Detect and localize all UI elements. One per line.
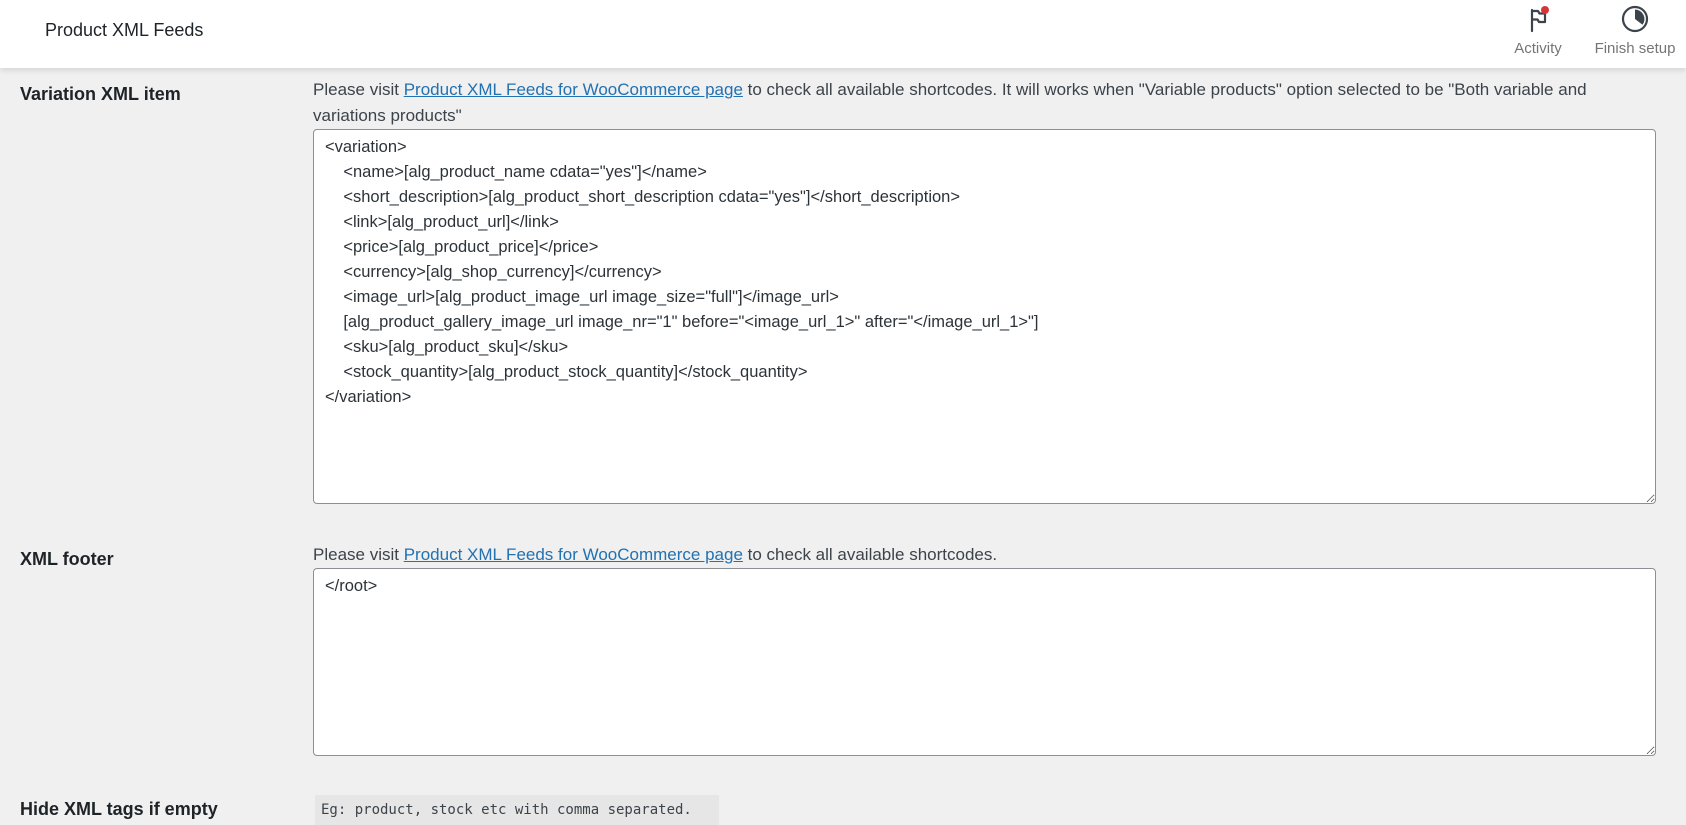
variation-xml-item-description: Please visit Product XML Feeds for WooCo… [313,77,1653,129]
top-header-bar: Product XML Feeds Activity Finish setup [0,0,1686,68]
activity-badge [1541,6,1549,14]
xml-footer-description: Please visit Product XML Feeds for WooCo… [313,542,1653,568]
xml-footer-textarea[interactable] [313,568,1656,756]
variation-xml-item-textarea[interactable] [313,129,1656,504]
finish-setup-button[interactable]: Finish setup [1590,4,1680,62]
flag-icon [1530,6,1549,33]
shortcodes-page-link[interactable]: Product XML Feeds for WooCommerce page [404,80,743,99]
hide-xml-tags-input[interactable] [315,795,719,825]
activity-button[interactable]: Activity [1506,4,1570,62]
page-title: Product XML Feeds [45,20,204,40]
activity-label: Activity [1514,40,1562,57]
variation-desc-prefix: Please visit [313,80,404,99]
variation-xml-item-label: Variation XML item [20,84,181,104]
finish-setup-label: Finish setup [1594,40,1676,57]
footer-desc-suffix: to check all available shortcodes. [742,545,998,564]
footer-shortcodes-page-link[interactable]: Product XML Feeds for WooCommerce page [404,545,743,564]
xml-footer-label: XML footer [20,549,114,569]
progress-circle-icon [1621,5,1649,33]
footer-desc-prefix: Please visit [313,545,404,564]
